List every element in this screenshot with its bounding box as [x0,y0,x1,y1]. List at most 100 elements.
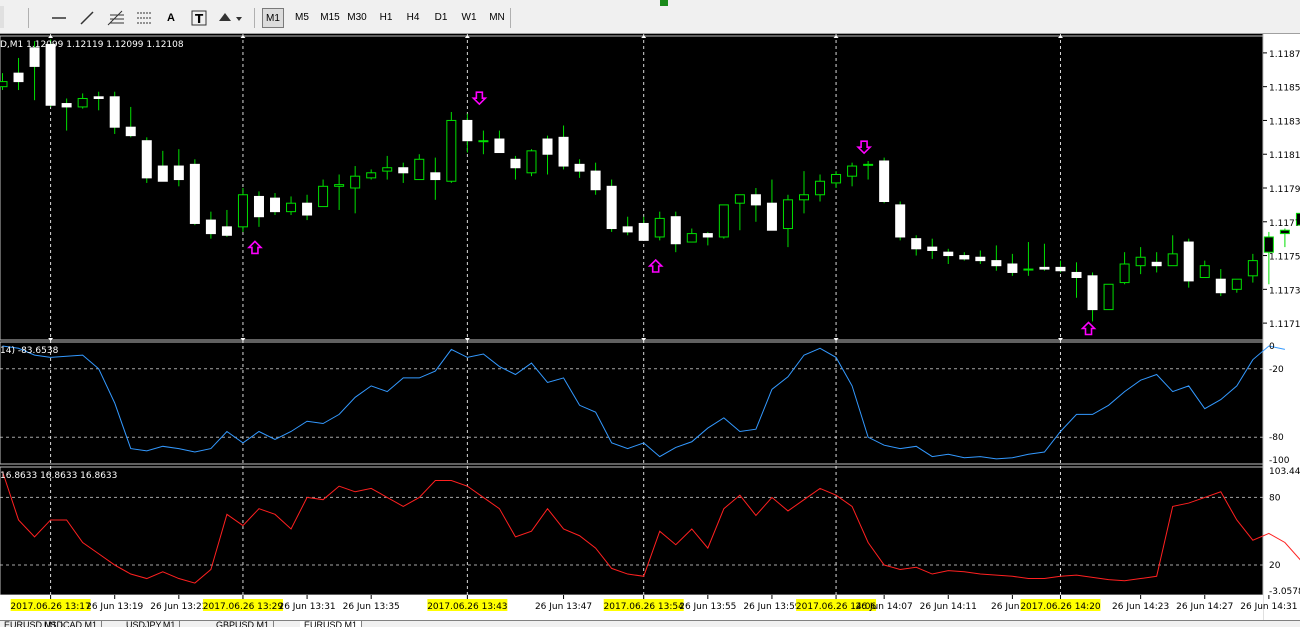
candle-body [446,119,457,182]
candle-body [638,222,649,241]
chart-tab[interactable]: GBPUSD,M1 [212,621,275,627]
arrows-dropdown-icon[interactable] [216,9,244,27]
indicator-label: 16.8633 16.8633 16.8633 [0,471,117,481]
candle-body [943,251,954,257]
candle-body [782,199,793,230]
indicator-tick-label: 0 [1269,342,1275,352]
candle-body [1023,268,1034,271]
candle-body [270,197,281,213]
grid-tool-icon[interactable] [134,9,154,27]
candle-body [93,96,104,99]
timeframe-h4-button[interactable]: H4 [402,8,424,28]
candle-body [959,255,970,260]
toolbar-separator [510,8,511,28]
main-price-panel[interactable] [0,35,1264,341]
candle-body [1247,260,1258,277]
candle-body [847,165,858,177]
text-tool-button[interactable]: A [162,9,180,27]
candle-body [366,172,377,179]
candle-body [702,233,713,238]
toolbar-grip [0,6,4,28]
candle-body [510,158,521,169]
candle-body [334,184,345,187]
timeframe-m30-button[interactable]: M30 [344,8,370,28]
fibonacci-icon[interactable] [106,9,126,27]
candle-body [1119,263,1130,284]
candle-body [542,138,553,155]
candle-body [815,180,826,196]
candle-body [1007,263,1018,273]
price-tick-label: 1.11795 [1269,185,1300,195]
candle-body [1071,271,1082,279]
candle-body [1279,229,1290,235]
timeframe-w1-button[interactable]: W1 [458,8,480,28]
candle-body [478,140,489,143]
price-tick-label: 1.11775 [1269,219,1300,229]
candle-body [173,165,184,181]
candle-body [1167,253,1178,267]
candle-body [1135,256,1146,267]
candle-body [558,136,569,167]
horizontal-line-icon[interactable] [50,9,68,27]
chart-tabs-bar: EURUSD,M1 USDCAD,M1 USDJPY,M1 GBPUSD,M1 EURU… [0,620,1300,627]
candle-body [911,238,922,250]
time-axis-label: 26 Jun 13:47 [535,602,592,612]
candle-body [0,81,8,88]
timeframe-m15-button[interactable]: M15 [318,8,342,28]
time-axis-label: 26 Jun 13:55 [679,602,736,612]
indicator-tick-label: -80 [1269,433,1284,443]
price-tick-label: 1.11755 [1269,253,1300,263]
candle-body [526,150,537,174]
timeframe-m1-button[interactable]: M1 [262,8,284,28]
indicator-tick-label: -3.0578 [1269,587,1300,597]
chart-tab[interactable]: USDJPY,M1 [122,621,181,627]
candle-body [1263,236,1274,253]
candle-body [109,96,120,128]
timeframe-mn-button[interactable]: MN [486,8,508,28]
time-axis-label: 26 Jun 14:11 [920,602,977,612]
candle-body [189,163,200,224]
candle-body [61,103,72,108]
timeframe-m5-button[interactable]: M5 [290,8,314,28]
candle-body [1039,266,1050,270]
candle-body [895,204,906,238]
candle-body [1199,265,1210,279]
timeframe-d1-button[interactable]: D1 [430,8,452,28]
time-axis-label: 26 Jun 13:19 [86,602,143,612]
candle-body [141,140,152,179]
candle-body [991,260,1002,267]
candle-body [734,194,745,204]
candle-body [654,217,665,238]
candle-body [414,158,425,181]
candle-body [622,226,633,233]
time-axis-label: 26 Jun 13:35 [343,602,400,612]
chart-area[interactable]: 1.11875 1.11855 1.11835 1.11815 1.11795 1.117… [0,34,1300,620]
chart-tab[interactable]: EURUSD,M1 [300,621,363,627]
time-axis-label: 2017.06.26 13:17 [10,602,90,612]
text-label-icon[interactable]: T [190,9,208,27]
toolbar-separator [28,8,29,28]
indicator-tick-label: 20 [1269,561,1281,571]
indicator-tick-label: -100 [1269,456,1290,466]
chart-tab[interactable]: USDCAD,M1 [40,621,103,627]
indicator-tick-label: 103.449 [1269,467,1300,477]
candle-body [799,194,809,201]
candle-body [77,97,88,108]
candle-body [430,172,441,181]
candle-body [45,43,56,106]
candle-body [1103,283,1114,311]
candle-body [1215,278,1226,294]
indicator-tick-label: -20 [1269,365,1284,375]
indicator-panel-1[interactable] [0,341,1264,465]
time-axis-label: 26 Jun 14:31 [1240,602,1297,612]
indicator-tick-label: 80 [1269,493,1281,503]
candle-body [318,185,329,208]
time-axis-label: 26 Jun 13:31 [278,602,335,612]
time-axis-label: 26 Jun 13:23 [150,602,207,612]
trendline-icon[interactable] [78,9,96,27]
toolbar-separator [254,8,255,28]
price-tick-label: 1.11875 [1269,50,1300,60]
timeframe-h1-button[interactable]: H1 [376,8,396,28]
candle-body [750,194,761,206]
candle-body [1183,241,1194,282]
